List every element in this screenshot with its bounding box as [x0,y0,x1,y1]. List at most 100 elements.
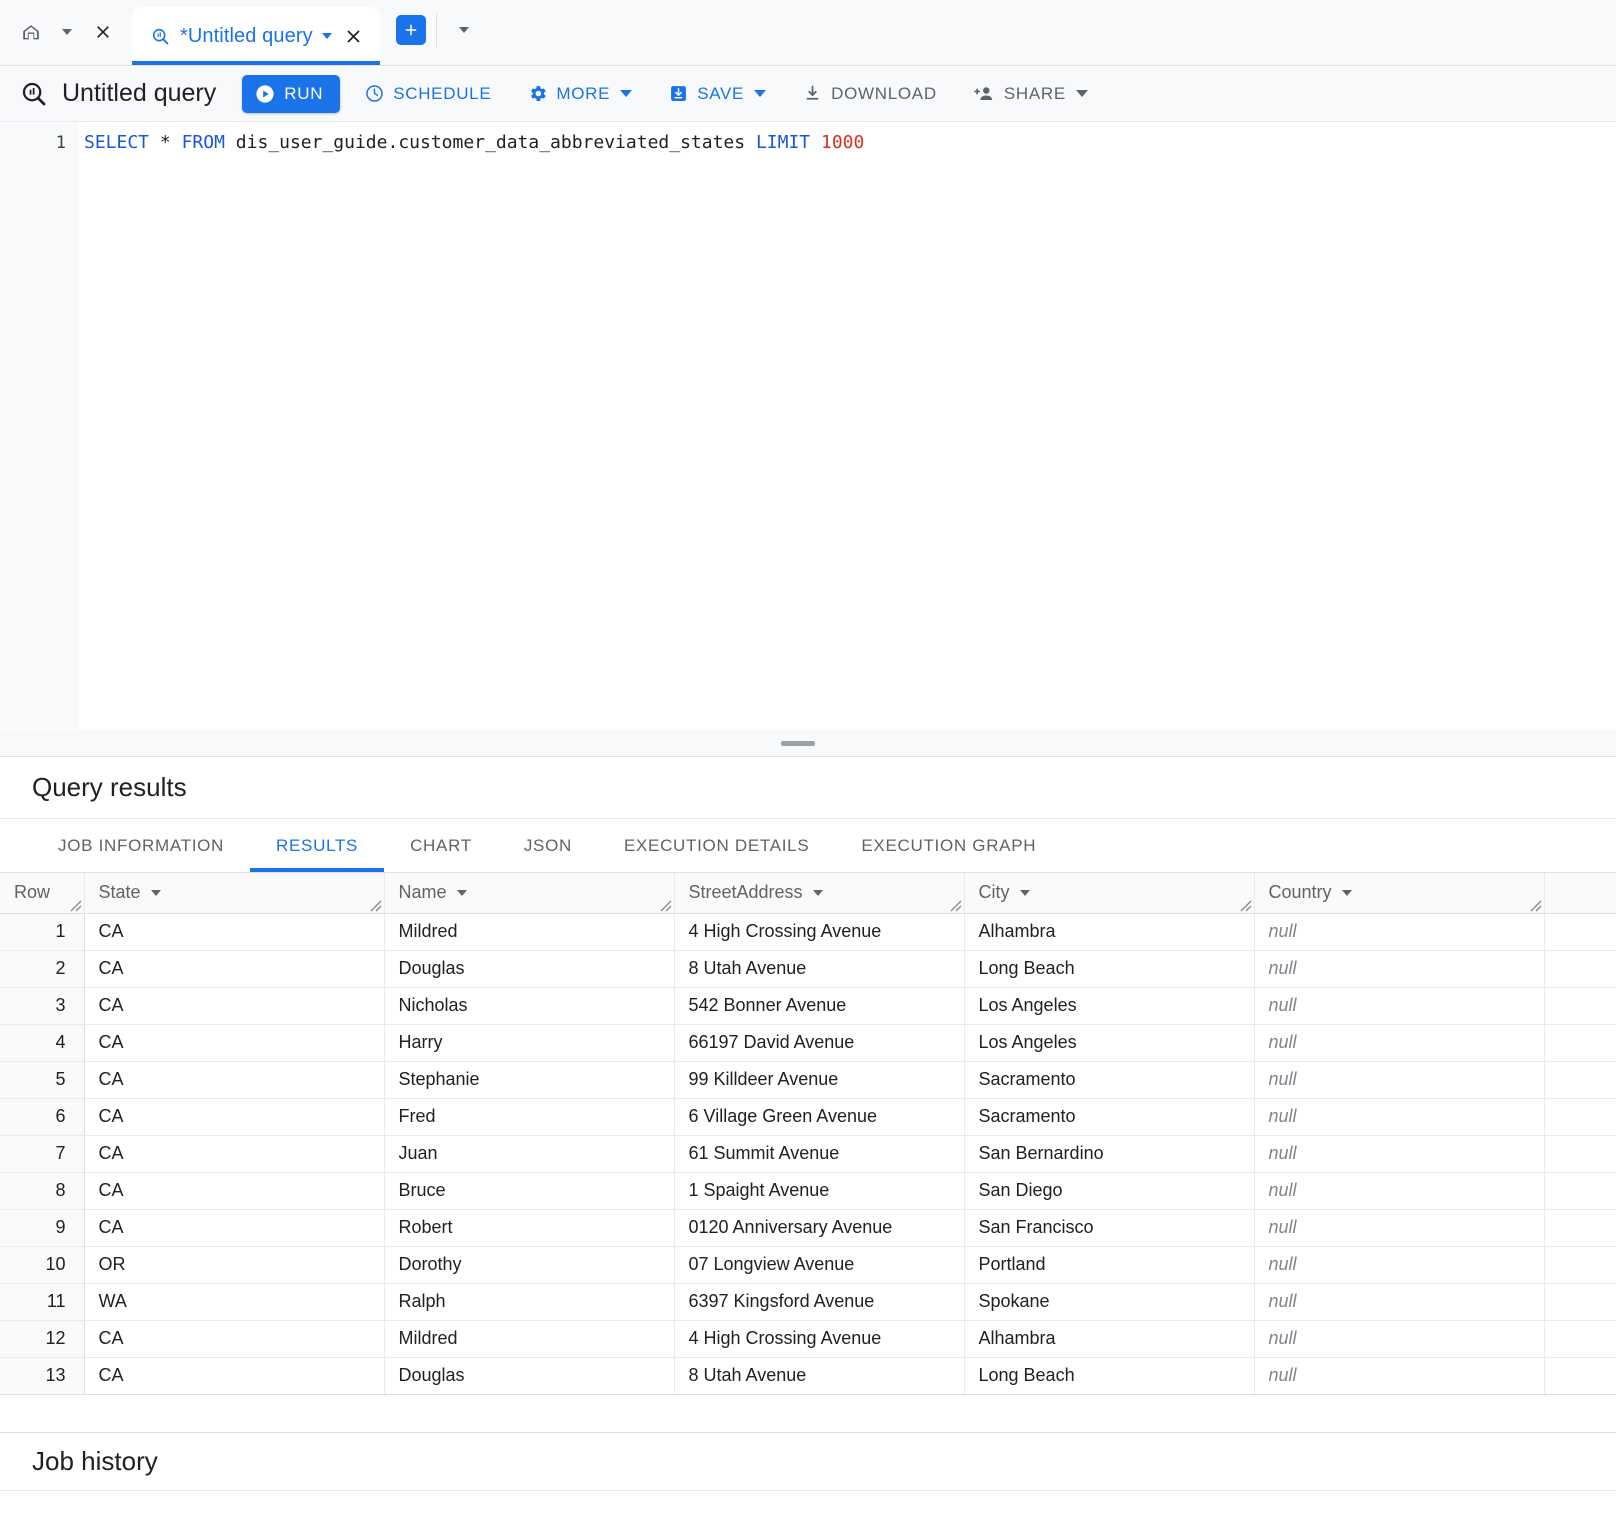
table-row[interactable]: 12CAMildred4 High Crossing AvenueAlhambr… [0,1320,1616,1357]
tab-list-chevron-down-icon[interactable] [447,13,481,47]
tab-execution-details[interactable]: EXECUTION DETAILS [598,819,835,872]
resize-handle-icon[interactable] [1238,898,1252,912]
person-add-icon [973,83,996,104]
chevron-down-icon[interactable] [813,890,823,896]
share-button[interactable]: SHARE [961,75,1100,113]
table-row[interactable]: 2CADouglas8 Utah AvenueLong Beachnull [0,950,1616,987]
table-row[interactable]: 11WARalph6397 Kingsford AvenueSpokanenul… [0,1283,1616,1320]
chevron-down-glyph [459,27,469,33]
editor-code-area[interactable]: SELECT * FROM dis_user_guide.customer_da… [78,122,1616,729]
table-row[interactable]: 10ORDorothy07 Longview AvenuePortlandnul… [0,1246,1616,1283]
cell-filler [1544,1024,1616,1061]
cell-name: Stephanie [384,1061,674,1098]
tab-bar-left-controls [0,0,126,65]
cell-country: null [1254,1283,1544,1320]
table-row[interactable]: 8CABruce1 Spaight AvenueSan Diegonull [0,1172,1616,1209]
column-header-state[interactable]: State [84,873,384,913]
column-header-country[interactable]: Country [1254,873,1544,913]
panel-resize-splitter[interactable] [0,729,1616,757]
table-row[interactable]: 5CAStephanie99 Killdeer AvenueSacramento… [0,1061,1616,1098]
cell-country: null [1254,1320,1544,1357]
table-row[interactable]: 3CANicholas542 Bonner AvenueLos Angelesn… [0,987,1616,1024]
table-row[interactable]: 13CADouglas8 Utah AvenueLong Beachnull [0,1357,1616,1394]
column-header-city-label: City [979,882,1010,903]
cell-streetaddress: 4 High Crossing Avenue [674,1320,964,1357]
cell-name: Douglas [384,950,674,987]
query-tab[interactable]: *Untitled query [132,7,380,65]
close-icon[interactable] [341,26,366,47]
chevron-down-icon[interactable] [1020,890,1030,896]
column-header-country-label: Country [1269,882,1332,903]
cell-city: San Diego [964,1172,1254,1209]
cell-row-number: 12 [0,1320,84,1357]
query-tab-label: *Untitled query [180,25,313,48]
more-button[interactable]: MORE [515,75,644,113]
splitter-grip-icon [781,741,815,746]
table-row[interactable]: 4CAHarry66197 David AvenueLos Angelesnul… [0,1024,1616,1061]
chevron-down-icon[interactable] [457,890,467,896]
cell-streetaddress: 6 Village Green Avenue [674,1098,964,1135]
editor-line-number-gutter: 1 [0,122,78,729]
column-header-streetaddress[interactable]: StreetAddress [674,873,964,913]
resize-handle-icon[interactable] [948,898,962,912]
cell-row-number: 6 [0,1098,84,1135]
chevron-down-icon[interactable] [151,890,161,896]
job-history-title: Job history [32,1446,158,1477]
tab-chart[interactable]: CHART [384,819,498,872]
schedule-button-label: SCHEDULE [393,84,491,104]
download-button[interactable]: DOWNLOAD [790,75,949,113]
schedule-button[interactable]: SCHEDULE [352,75,503,113]
cell-filler [1544,987,1616,1024]
tab-json[interactable]: JSON [498,819,598,872]
cell-row-number: 11 [0,1283,84,1320]
cell-streetaddress: 8 Utah Avenue [674,950,964,987]
table-row[interactable]: 9CARobert0120 Anniversary AvenueSan Fran… [0,1209,1616,1246]
cell-streetaddress: 8 Utah Avenue [674,1357,964,1394]
cell-state: CA [84,1320,384,1357]
cell-state: CA [84,1024,384,1061]
cell-filler [1544,950,1616,987]
cell-streetaddress: 61 Summit Avenue [674,1135,964,1172]
cell-state: CA [84,1135,384,1172]
cell-country: null [1254,1098,1544,1135]
cell-row-number: 5 [0,1061,84,1098]
bigquery-icon [150,26,171,47]
resize-handle-icon[interactable] [1528,898,1542,912]
column-header-name[interactable]: Name [384,873,674,913]
add-tab-button[interactable] [396,15,426,45]
cell-name: Ralph [384,1283,674,1320]
column-header-city[interactable]: City [964,873,1254,913]
save-icon [668,83,689,104]
home-icon[interactable] [14,15,48,49]
tab-results[interactable]: RESULTS [250,819,384,872]
run-button[interactable]: RUN [242,75,340,113]
active-tab-indicator [132,61,380,65]
chevron-down-icon[interactable] [322,33,332,39]
resize-handle-icon[interactable] [68,898,82,912]
sql-editor[interactable]: 1 SELECT * FROM dis_user_guide.customer_… [0,122,1616,729]
cell-name: Mildred [384,913,674,950]
job-history-section[interactable]: Job history [0,1433,1616,1491]
cell-streetaddress: 542 Bonner Avenue [674,987,964,1024]
tab-job-information[interactable]: JOB INFORMATION [32,819,250,872]
cell-state: CA [84,1209,384,1246]
cell-country: null [1254,987,1544,1024]
cell-state: WA [84,1283,384,1320]
chevron-down-icon[interactable] [50,15,84,49]
close-icon[interactable] [86,15,120,49]
cell-filler [1544,1283,1616,1320]
column-header-row[interactable]: Row [0,873,84,913]
table-row[interactable]: 6CAFred6 Village Green AvenueSacramenton… [0,1098,1616,1135]
table-row[interactable]: 1CAMildred4 High Crossing AvenueAlhambra… [0,913,1616,950]
resize-handle-icon[interactable] [658,898,672,912]
table-row[interactable]: 7CAJuan61 Summit AvenueSan Bernardinonul… [0,1135,1616,1172]
chevron-down-icon[interactable] [1342,890,1352,896]
cell-row-number: 1 [0,913,84,950]
cell-row-number: 13 [0,1357,84,1394]
tab-execution-graph[interactable]: EXECUTION GRAPH [835,819,1062,872]
resize-handle-icon[interactable] [368,898,382,912]
cell-filler [1544,1357,1616,1394]
cell-state: CA [84,1061,384,1098]
save-button[interactable]: SAVE [656,75,778,113]
divider [436,13,437,47]
